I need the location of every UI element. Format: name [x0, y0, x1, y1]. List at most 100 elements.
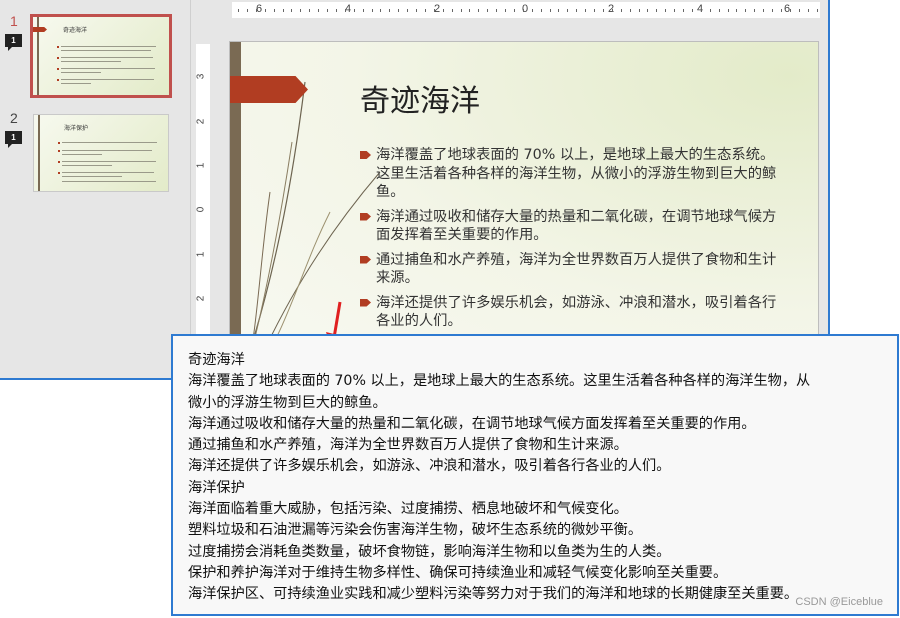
- ruler-tick: [398, 9, 400, 12]
- thumb-text-line: [62, 176, 122, 177]
- ruler-tick: [602, 9, 604, 12]
- ruler-tick: [816, 9, 818, 12]
- extracted-text-line: 微小的浮游生物到巨大的鲸鱼。: [188, 394, 387, 411]
- ruler-tick: [683, 9, 684, 12]
- ruler-label: 0: [195, 206, 207, 213]
- pane-splitter[interactable]: [190, 0, 191, 378]
- thumb-bullet: [57, 57, 59, 59]
- ruler-tick: [335, 9, 337, 12]
- ruler-tick: [594, 9, 595, 12]
- ruler-tick: [736, 9, 738, 12]
- extracted-text-panel: 奇迹海洋 海洋覆盖了地球表面的 70% 以上，是地球上最大的生态系统。这里生活着…: [171, 334, 899, 616]
- thumb-text-line: [62, 181, 156, 182]
- thumb-side-bar: [38, 115, 40, 191]
- slide-bullet: 海洋通过吸收和储存大量的热量和二氧化碳，在调节地球气候方面发挥着至关重要的作用。: [360, 208, 780, 245]
- extracted-text-line: 塑料垃圾和石油泄漏等污染会伤害海洋生物，破坏生态系统的微妙平衡。: [188, 522, 643, 539]
- extracted-text-line: 海洋保护: [188, 479, 245, 496]
- ruler-tick: [772, 9, 773, 12]
- ruler-tick: [709, 9, 711, 12]
- extracted-text-line: 通过捕鱼和水产养殖，海洋为全世界数百万人提供了食物和生计来源。: [188, 437, 628, 454]
- slide-thumbnail-pane: 1 1 奇迹海洋 2 1 海洋保护: [0, 0, 190, 378]
- ruler-label: 6: [256, 3, 263, 15]
- bullet-arrow-icon: [360, 212, 371, 221]
- ruler-tick: [433, 9, 435, 12]
- ruler-tick: [700, 9, 702, 12]
- slide-canvas[interactable]: 奇迹海洋 海洋覆盖了地球表面的 70% 以上，是地球上最大的生态系统。这里生活着…: [229, 41, 819, 378]
- thumb-text-line: [61, 46, 156, 47]
- ruler-tick: [745, 9, 747, 12]
- extracted-text-line: 海洋通过吸收和储存大量的热量和二氧化碳，在调节地球气候方面发挥着至关重要的作用。: [188, 415, 756, 432]
- vertical-ruler[interactable]: 3 2 1 0 1 2: [195, 44, 210, 344]
- ruler-label: 2: [195, 118, 207, 125]
- slide-thumbnail-2[interactable]: 海洋保护: [33, 114, 169, 192]
- thumb-text-line: [61, 68, 155, 69]
- horizontal-ruler[interactable]: 6 4 2 0 2 4 6: [232, 2, 820, 18]
- bullet-arrow-icon: [360, 151, 371, 159]
- ruler-tick: [496, 9, 498, 12]
- slide-thumbnail-1[interactable]: 奇迹海洋: [30, 14, 172, 98]
- ruler-tick: [727, 9, 729, 12]
- thumb-text-line: [62, 150, 152, 151]
- ruler-tick: [558, 9, 560, 12]
- ruler-label: 2: [195, 295, 207, 302]
- ruler-tick: [407, 9, 409, 12]
- ruler-tick: [389, 9, 391, 12]
- ruler-tick: [780, 9, 782, 12]
- ruler-tick: [718, 9, 720, 12]
- ruler-tick: [318, 9, 320, 12]
- slide-bullet-list[interactable]: 海洋覆盖了地球表面的 70% 以上，是地球上最大的生态系统。这里生活着各种各样的…: [360, 146, 780, 337]
- slide-number-1: 1: [10, 13, 18, 29]
- ruler-label: 4: [345, 3, 352, 15]
- thumb-text-line: [61, 61, 121, 62]
- thumb-text-line: [61, 79, 154, 80]
- comment-icon[interactable]: 1: [5, 34, 22, 51]
- slide-bullet: 海洋还提供了许多娱乐机会，如游泳、冲浪和潜水，吸引着各行各业的人们。: [360, 294, 780, 331]
- ruler-tick: [291, 9, 293, 12]
- thumb-bullet: [57, 68, 59, 70]
- slide-bullet-text: 通过捕鱼和水产养殖，海洋为全世界数百万人提供了食物和生计来源。: [376, 251, 777, 287]
- thumb-text-line: [61, 57, 153, 58]
- ruler-tick: [638, 9, 640, 12]
- thumb-text-line: [62, 154, 102, 155]
- ruler-tick: [451, 9, 453, 12]
- ruler-tick: [273, 9, 275, 12]
- comment-icon[interactable]: 1: [5, 131, 22, 148]
- slide-title[interactable]: 奇迹海洋: [360, 76, 480, 120]
- slide-bullet: 海洋覆盖了地球表面的 70% 以上，是地球上最大的生态系统。这里生活着各种各样的…: [360, 146, 780, 202]
- ruler-tick: [246, 9, 248, 12]
- ruler-tick: [255, 9, 257, 12]
- bullet-arrow-icon: [360, 255, 371, 264]
- ruler-label: 1: [195, 162, 207, 169]
- thumb-text-line: [61, 50, 151, 51]
- ruler-tick: [300, 9, 302, 12]
- ruler-tick: [674, 9, 676, 12]
- ruler-tick: [620, 9, 622, 12]
- ruler-tick: [505, 9, 506, 12]
- slide-bullet-text: 海洋覆盖了地球表面的 70% 以上，是地球上最大的生态系统。这里生活着各种各样的…: [376, 147, 777, 200]
- ruler-tick: [309, 9, 311, 12]
- extracted-text-line: 海洋覆盖了地球表面的 70% 以上，是地球上最大的生态系统。这里生活着各种各样的…: [188, 373, 811, 390]
- thumb-bullet: [57, 46, 59, 48]
- extracted-text-line: 海洋保护区、可持续渔业实践和减少塑料污染等努力对于我们的海洋和地球的长期健康至关…: [188, 586, 799, 603]
- thumb-title: 奇迹海洋: [63, 27, 88, 34]
- ruler-tick: [665, 9, 667, 12]
- ruler-tick: [513, 9, 515, 12]
- ruler-tick: [380, 9, 382, 12]
- ruler-tick: [656, 9, 658, 12]
- ruler-tick: [238, 9, 239, 12]
- ruler-tick: [478, 9, 480, 12]
- ruler-tick: [611, 9, 613, 12]
- extracted-text-line: 奇迹海洋: [188, 352, 245, 368]
- ruler-label: 3: [195, 73, 207, 80]
- thumb-bullet: [58, 161, 60, 163]
- thumb-text-line: [62, 142, 157, 143]
- ruler-tick: [327, 9, 328, 12]
- thumb-arrow-shape: [33, 27, 47, 32]
- ruler-tick: [754, 9, 756, 12]
- ruler-tick: [763, 9, 765, 12]
- ruler-tick: [416, 9, 417, 12]
- watermark: CSDN @Eiceblue: [795, 596, 883, 608]
- extracted-text-line: 过度捕捞会消耗鱼类数量，破坏食物链，影响海洋生物和以鱼类为生的人类。: [188, 543, 671, 560]
- ruler-tick: [282, 9, 284, 12]
- ruler-tick: [647, 9, 649, 12]
